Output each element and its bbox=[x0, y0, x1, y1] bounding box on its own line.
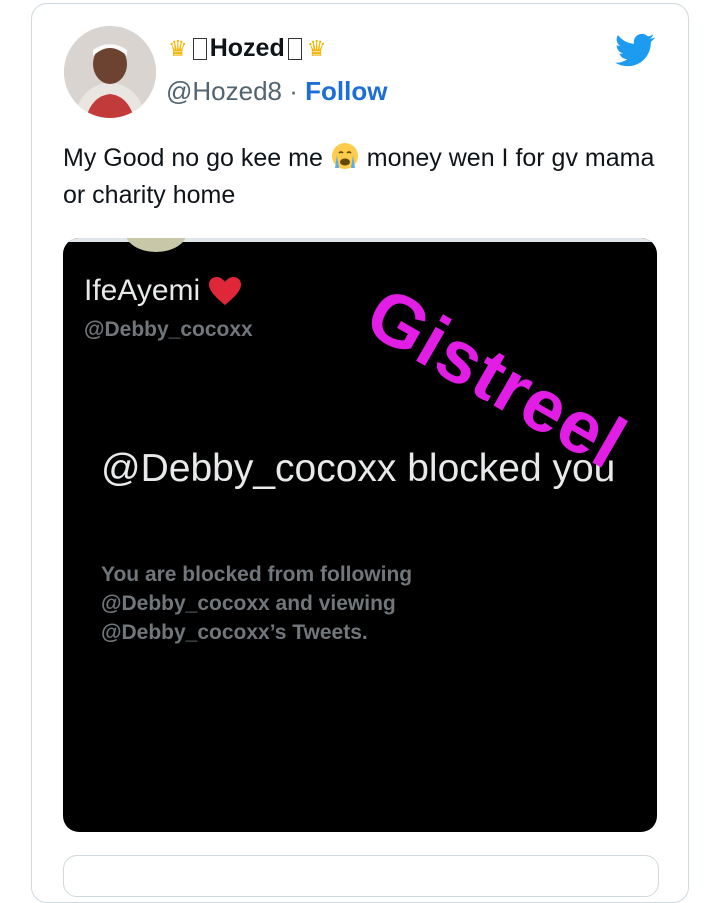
author-handle[interactable]: @Hozed8 bbox=[166, 76, 282, 106]
tweet-text-part: My Good no go kee me bbox=[63, 144, 330, 172]
follow-button[interactable]: Follow bbox=[305, 76, 387, 106]
twitter-bird-icon[interactable] bbox=[612, 30, 658, 70]
unsupported-glyph bbox=[287, 37, 302, 60]
author-name-text: Hozed bbox=[209, 34, 285, 62]
author-avatar[interactable] bbox=[64, 26, 156, 118]
screenshot-handle: @Debby_cocoxx bbox=[84, 318, 253, 341]
crown-icon: ♛ bbox=[306, 35, 327, 61]
crying-face-emoji bbox=[331, 143, 358, 169]
red-heart-emoji bbox=[209, 277, 242, 305]
tweet-text: My Good no go kee me money wen I for gv … bbox=[63, 140, 683, 214]
author-display-name[interactable]: ♛ Hozed ♛ bbox=[166, 34, 328, 63]
next-tweet-card-edge bbox=[63, 855, 659, 897]
screenshot-display-name: IfeAyemi bbox=[84, 274, 242, 308]
separator-dot: · bbox=[289, 76, 298, 106]
screenshot-name-text: IfeAyemi bbox=[84, 274, 201, 307]
tweet-media-image[interactable]: IfeAyemi @Debby_cocoxx @Debby_cocoxx blo… bbox=[63, 238, 657, 832]
screenshot-avatar bbox=[125, 238, 187, 252]
crown-icon: ♛ bbox=[168, 35, 188, 61]
author-handle-row: @Hozed8 · Follow bbox=[166, 76, 387, 107]
blocked-description: You are blocked from following @Debby_co… bbox=[101, 563, 413, 644]
unsupported-glyph bbox=[192, 37, 207, 60]
